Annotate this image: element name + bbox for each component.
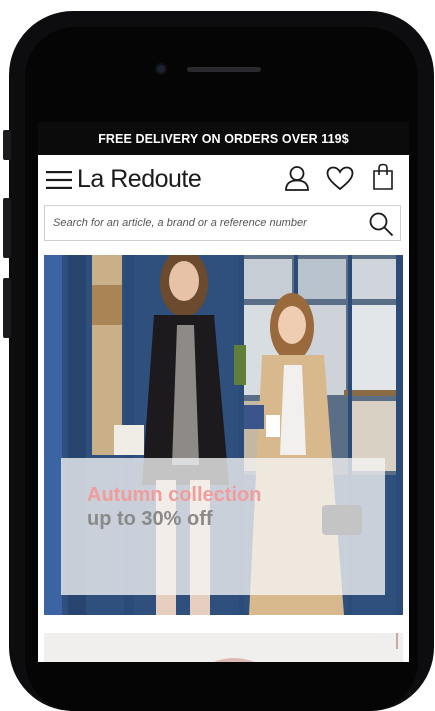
search-icon[interactable] — [368, 211, 394, 237]
hero-text-panel: Autumn collection up to 30% off — [61, 458, 385, 595]
wishlist-heart-icon[interactable] — [326, 166, 354, 191]
site-logo[interactable]: La Redoute — [77, 165, 202, 194]
phone-volume-down — [3, 278, 11, 338]
shopping-bag-icon[interactable] — [372, 163, 394, 191]
autumn-collection-banner[interactable]: Autumn collection up to 30% off — [44, 255, 403, 615]
free-delivery-banner[interactable]: FREE DELIVERY ON ORDERS OVER 119$ — [38, 122, 409, 155]
search-bar — [44, 205, 401, 241]
phone-volume-up — [3, 198, 11, 258]
site-header: La Redoute — [38, 155, 409, 203]
search-input[interactable] — [45, 206, 363, 240]
front-camera — [157, 65, 165, 73]
menu-icon[interactable] — [46, 170, 72, 190]
phone-mute-switch — [3, 130, 11, 160]
hero-subtitle: up to 30% off — [87, 508, 213, 530]
earpiece-speaker — [187, 67, 261, 72]
hero-title: Autumn collection — [87, 484, 262, 506]
next-card-image — [44, 633, 403, 662]
next-product-card[interactable] — [44, 633, 403, 662]
account-icon[interactable] — [284, 165, 310, 191]
free-delivery-text: FREE DELIVERY ON ORDERS OVER 119$ — [98, 131, 349, 146]
phone-screen: FREE DELIVERY ON ORDERS OVER 119$ La Red… — [38, 122, 409, 662]
